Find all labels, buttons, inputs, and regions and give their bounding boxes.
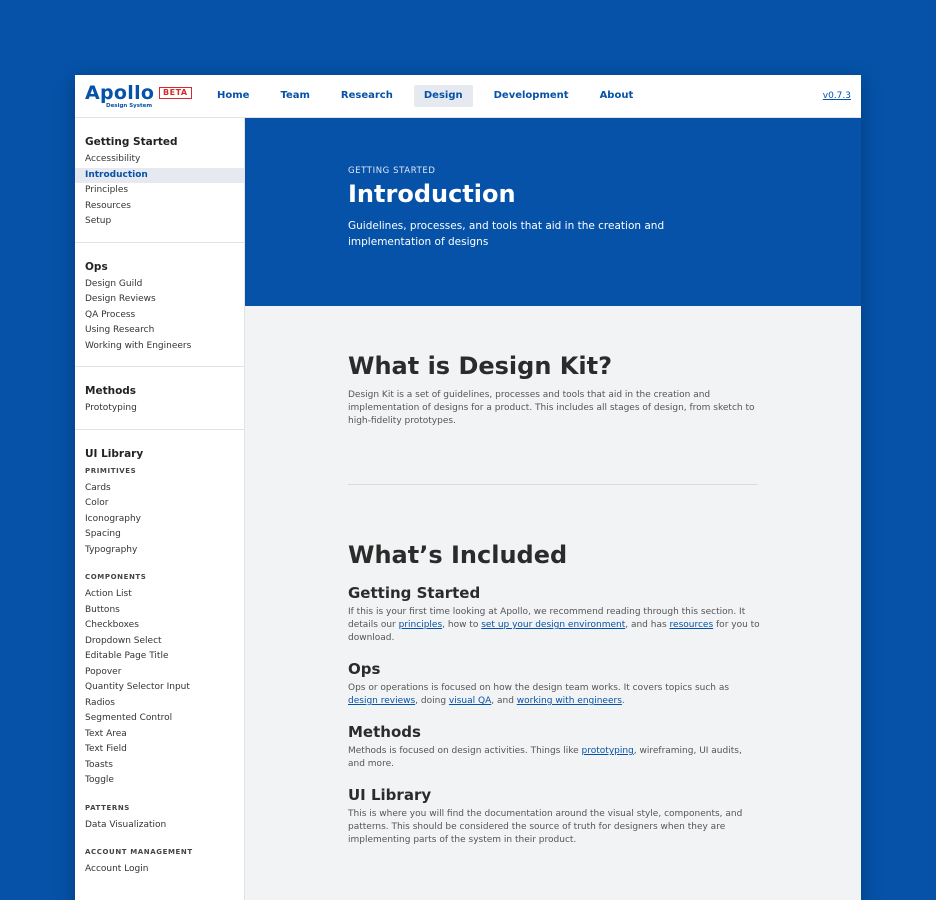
sidebar-item-qa-process[interactable]: QA Process (75, 308, 244, 324)
nav-research[interactable]: Research (331, 85, 403, 107)
sidebar-subheading: PATTERNS (85, 803, 130, 812)
sidebar-subheading: ACCOUNT MANAGEMENT (85, 848, 193, 856)
text: , and (491, 696, 517, 706)
nav-design[interactable]: Design (413, 85, 473, 107)
sidebar-item-action-list[interactable]: Action List (75, 587, 244, 603)
sidebar-item-spacing[interactable]: Spacing (75, 527, 244, 543)
sidebar-heading: UI Library (85, 447, 144, 460)
sidebar-item-checkboxes[interactable]: Checkboxes (75, 618, 244, 634)
link-resources[interactable]: resources (670, 620, 714, 630)
sidebar-item-typography[interactable]: Typography (75, 543, 244, 559)
sidebar-item-design-reviews[interactable]: Design Reviews (75, 292, 244, 308)
subsection-body: This is where you will find the document… (348, 809, 743, 845)
sidebar-item-accessibility[interactable]: Accessibility (75, 152, 244, 168)
text: , doing (415, 696, 449, 706)
sidebar-subheading: PRIMITIVES (85, 466, 137, 475)
text: . (621, 696, 625, 706)
subsection-body: Methods is focused on design activities.… (348, 745, 760, 771)
sidebar-item-cards[interactable]: Cards (75, 481, 244, 497)
link-prototyping[interactable]: prototyping (582, 746, 634, 756)
text: , how to (442, 620, 482, 630)
nav-team[interactable]: Team (270, 85, 319, 107)
nav-about[interactable]: About (590, 85, 644, 107)
nav-development[interactable]: Development (484, 85, 579, 107)
section-body: Design Kit is a set of guidelines, proce… (348, 390, 755, 426)
sidebar-item-dropdown-select[interactable]: Dropdown Select (75, 634, 244, 650)
subsection-title: Ops (348, 660, 381, 678)
sidebar-item-popover[interactable]: Popover (75, 665, 244, 681)
subsection-title: Methods (348, 723, 421, 741)
sidebar-item-data-visualization[interactable]: Data Visualization (75, 818, 244, 834)
sidebar-heading: Methods (85, 385, 137, 397)
nav-home[interactable]: Home (207, 85, 259, 107)
sidebar: Getting Started Accessibility Introducti… (75, 118, 245, 900)
apollo-logo[interactable]: Apollo Design System BETA (85, 82, 192, 109)
sidebar-subheading: COMPONENTS (85, 573, 147, 581)
logo-subtitle: Design System (106, 103, 153, 109)
sidebar-item-color[interactable]: Color (75, 496, 244, 512)
sidebar-item-account-login[interactable]: Account Login (75, 862, 244, 878)
hero-description: Guidelines, processes, and tools that ai… (348, 220, 665, 248)
sidebar-item-editable-page-title[interactable]: Editable Page Title (75, 649, 244, 665)
version-link[interactable]: v0.7.3 (823, 91, 851, 101)
section-title: What’s Included (348, 541, 568, 569)
beta-badge: BETA (159, 87, 192, 99)
sidebar-item-prototyping[interactable]: Prototyping (75, 401, 244, 417)
sidebar-item-quantity-selector-input[interactable]: Quantity Selector Input (75, 680, 244, 696)
link-visual-qa[interactable]: visual QA (449, 696, 491, 706)
subsection-title: UI Library (348, 786, 432, 804)
sidebar-heading: Getting Started (85, 136, 178, 148)
hero-eyebrow: GETTING STARTED (348, 166, 436, 176)
sidebar-item-toggle[interactable]: Toggle (75, 773, 244, 789)
subsection-title: Getting Started (348, 584, 481, 602)
sidebar-item-working-with-engineers[interactable]: Working with Engineers (75, 339, 244, 355)
main-content: What is Design Kit? Design Kit is a set … (245, 306, 861, 900)
sidebar-item-iconography[interactable]: Iconography (75, 512, 244, 528)
sidebar-item-design-guild[interactable]: Design Guild (75, 277, 244, 293)
sidebar-item-segmented-control[interactable]: Segmented Control (75, 711, 244, 727)
section-title: What is Design Kit? (348, 352, 612, 380)
logo-wordmark: Apollo (85, 82, 155, 104)
page-title: Introduction (348, 180, 516, 208)
text: , and has (625, 620, 670, 630)
link-setup-environment[interactable]: set up your design environment (481, 620, 625, 630)
sidebar-item-radios[interactable]: Radios (75, 696, 244, 712)
included-section: What’s Included Getting Started If this … (348, 541, 760, 847)
top-nav: Apollo Design System BETA Home Team Rese… (75, 75, 861, 118)
sidebar-item-toasts[interactable]: Toasts (75, 758, 244, 774)
link-principles[interactable]: principles (399, 620, 443, 630)
what-is-section: What is Design Kit? Design Kit is a set … (348, 352, 760, 428)
sidebar-section-ops: Ops Design Guild Design Reviews QA Proce… (75, 243, 244, 367)
sidebar-item-using-research[interactable]: Using Research (75, 323, 244, 339)
hero-banner: GETTING STARTED Introduction Guidelines,… (245, 118, 861, 306)
sidebar-item-setup[interactable]: Setup (75, 214, 244, 230)
sidebar-section-methods: Methods Prototyping (75, 367, 244, 430)
nav-menu: Home Team Research Design Development Ab… (207, 85, 654, 107)
sidebar-item-buttons[interactable]: Buttons (75, 603, 244, 619)
text: Methods is focused on design activities.… (348, 746, 582, 756)
link-design-reviews[interactable]: design reviews (348, 696, 415, 706)
app-window: Apollo Design System BETA Home Team Rese… (75, 75, 861, 900)
text: Ops or operations is focused on how the … (348, 683, 730, 693)
subsection-body: Ops or operations is focused on how the … (348, 682, 760, 708)
sidebar-item-resources[interactable]: Resources (75, 199, 244, 215)
sidebar-item-text-area[interactable]: Text Area (75, 727, 244, 743)
sidebar-item-principles[interactable]: Principles (75, 183, 244, 199)
sidebar-item-introduction[interactable]: Introduction (75, 167, 244, 183)
subsection-body: If this is your first time looking at Ap… (348, 606, 760, 645)
sidebar-section-getting-started: Getting Started Accessibility Introducti… (75, 118, 244, 243)
sidebar-heading: Ops (85, 260, 108, 273)
sidebar-item-text-field[interactable]: Text Field (75, 742, 244, 758)
section-divider (348, 484, 758, 485)
link-working-with-engineers[interactable]: working with engineers (517, 696, 622, 706)
sidebar-section-ui-library: UI Library PRIMITIVES Cards Color Iconog… (75, 430, 244, 890)
